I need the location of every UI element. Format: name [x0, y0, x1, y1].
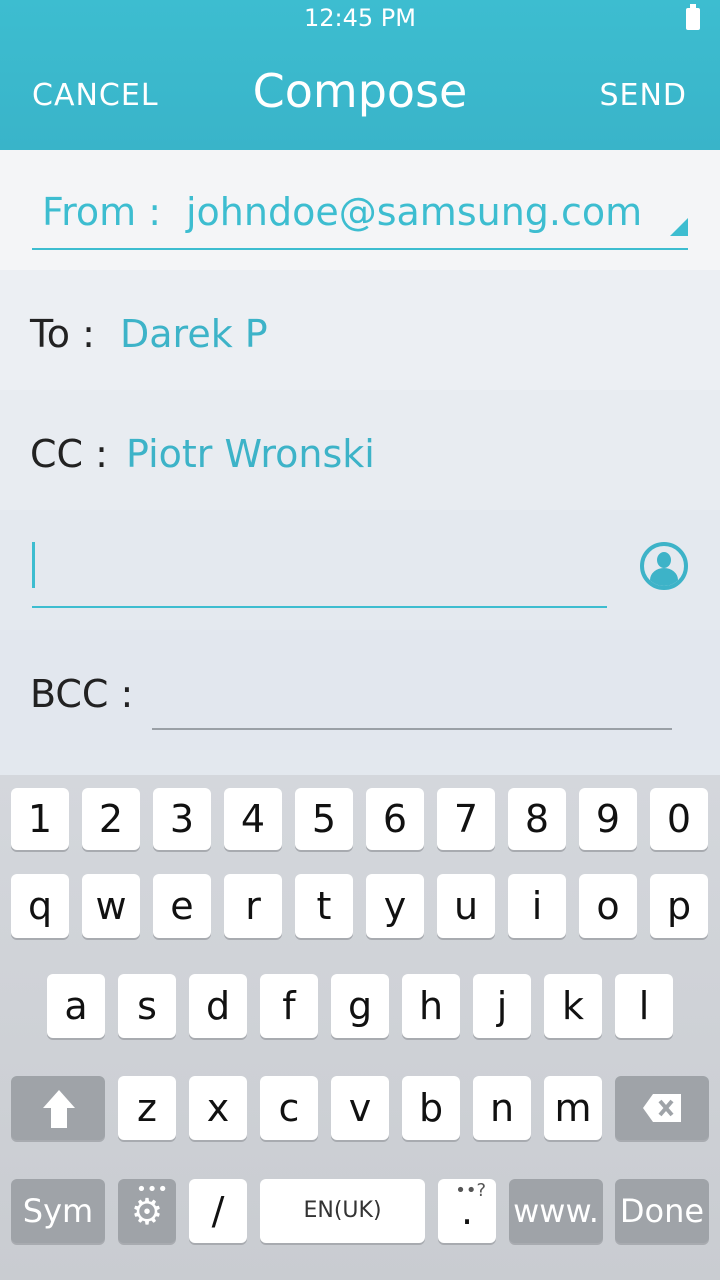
cc-field[interactable]: CC : Piotr Wronski: [0, 390, 720, 510]
status-time: 12:45 PM: [304, 4, 416, 32]
settings-key[interactable]: ••• ⚙: [118, 1179, 176, 1243]
key-0[interactable]: 0: [650, 788, 708, 850]
sym-key[interactable]: Sym: [11, 1179, 105, 1243]
space-key[interactable]: EN(UK): [260, 1179, 425, 1243]
keyboard: 1234567890 qwertyuiop asdfghjkl zxcvbnm Sym…: [0, 775, 720, 1280]
key-j[interactable]: j: [473, 974, 531, 1038]
key-d[interactable]: d: [189, 974, 247, 1038]
period-key-hint: ••?: [455, 1180, 486, 1201]
key-l[interactable]: l: [615, 974, 673, 1038]
shift-key[interactable]: [11, 1076, 105, 1140]
period-key[interactable]: ••? .: [438, 1179, 496, 1243]
key-k[interactable]: k: [544, 974, 602, 1038]
key-7[interactable]: 7: [437, 788, 495, 850]
key-r[interactable]: r: [224, 874, 282, 938]
to-recipient[interactable]: Darek P: [120, 312, 268, 356]
cc-input-row[interactable]: [0, 510, 720, 630]
key-e[interactable]: e: [153, 874, 211, 938]
key-5[interactable]: 5: [295, 788, 353, 850]
bcc-label: BCC :: [30, 672, 134, 716]
from-label: From :: [42, 190, 162, 234]
key-9[interactable]: 9: [579, 788, 637, 850]
key-8[interactable]: 8: [508, 788, 566, 850]
more-dots-icon: •••: [136, 1179, 168, 1200]
from-field[interactable]: From : johndoe@samsung.com: [0, 150, 720, 270]
key-v[interactable]: v: [331, 1076, 389, 1140]
from-value[interactable]: johndoe@samsung.com: [186, 190, 642, 234]
send-button[interactable]: SEND: [599, 78, 687, 113]
key-n[interactable]: n: [473, 1076, 531, 1140]
contact-icon-body: [650, 568, 678, 586]
key-t[interactable]: t: [295, 874, 353, 938]
key-b[interactable]: b: [402, 1076, 460, 1140]
app-header: 12:45 PM CANCEL Compose SEND: [0, 0, 720, 150]
key-3[interactable]: 3: [153, 788, 211, 850]
key-c[interactable]: c: [260, 1076, 318, 1140]
dropdown-caret-icon[interactable]: [670, 218, 688, 236]
bcc-field[interactable]: BCC :: [0, 630, 720, 750]
key-o[interactable]: o: [579, 874, 637, 938]
shift-icon-stem: [51, 1108, 67, 1128]
backspace-key[interactable]: [615, 1076, 709, 1140]
bcc-input-field[interactable]: [152, 728, 672, 730]
key-a[interactable]: a: [47, 974, 105, 1038]
key-g[interactable]: g: [331, 974, 389, 1038]
key-1[interactable]: 1: [11, 788, 69, 850]
key-s[interactable]: s: [118, 974, 176, 1038]
key-2[interactable]: 2: [82, 788, 140, 850]
key-q[interactable]: q: [11, 874, 69, 938]
cc-input-field[interactable]: [32, 606, 607, 608]
cc-label: CC :: [30, 432, 108, 476]
www-key[interactable]: www.: [509, 1179, 603, 1243]
to-label: To :: [30, 312, 95, 356]
key-z[interactable]: z: [118, 1076, 176, 1140]
key-u[interactable]: u: [437, 874, 495, 938]
to-field[interactable]: To : Darek P: [0, 270, 720, 390]
contact-icon-head: [657, 552, 671, 568]
key-y[interactable]: y: [366, 874, 424, 938]
cc-recipient[interactable]: Piotr Wronski: [126, 432, 375, 476]
text-cursor: [32, 542, 35, 588]
key-f[interactable]: f: [260, 974, 318, 1038]
from-underline: [32, 248, 688, 250]
key-4[interactable]: 4: [224, 788, 282, 850]
slash-key[interactable]: /: [189, 1179, 247, 1243]
battery-icon: [686, 4, 700, 30]
key-h[interactable]: h: [402, 974, 460, 1038]
key-p[interactable]: p: [650, 874, 708, 938]
contact-icon[interactable]: [640, 542, 688, 590]
done-key[interactable]: Done: [615, 1179, 709, 1243]
key-w[interactable]: w: [82, 874, 140, 938]
key-m[interactable]: m: [544, 1076, 602, 1140]
shift-icon: [43, 1090, 75, 1108]
key-x[interactable]: x: [189, 1076, 247, 1140]
backspace-icon: [643, 1094, 681, 1122]
key-6[interactable]: 6: [366, 788, 424, 850]
key-i[interactable]: i: [508, 874, 566, 938]
